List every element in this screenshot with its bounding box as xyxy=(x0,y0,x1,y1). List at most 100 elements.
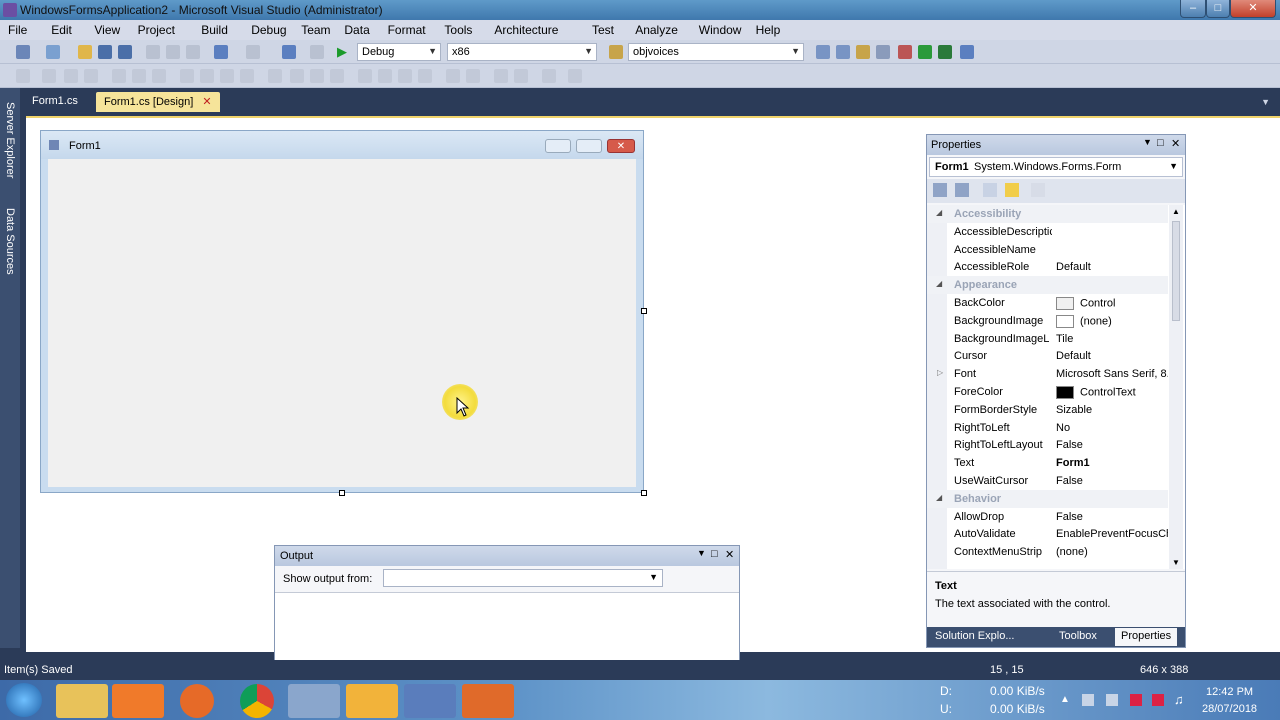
data-sources-tab[interactable]: Data Sources xyxy=(4,208,16,275)
object-browser-icon[interactable] xyxy=(856,45,870,59)
menu-team[interactable]: Team xyxy=(301,23,330,37)
property-row[interactable]: AutoValidate EnablePreventFocusCh xyxy=(927,525,1168,543)
find-in-files-icon[interactable] xyxy=(609,45,623,59)
vlc-taskbar-icon[interactable] xyxy=(346,684,398,718)
category-appearance[interactable]: ◢ Appearance xyxy=(927,276,1168,295)
property-row[interactable]: UseWaitCursor False xyxy=(927,472,1168,490)
network-tray-icon[interactable] xyxy=(1082,694,1094,706)
paste-icon[interactable] xyxy=(186,45,200,59)
panel-float-icon[interactable]: □ xyxy=(711,548,718,560)
categorized-icon[interactable] xyxy=(933,183,947,197)
chrome-taskbar-icon[interactable] xyxy=(240,684,274,718)
maximize-button[interactable]: □ xyxy=(1206,0,1230,18)
lock-controls-icon[interactable] xyxy=(568,69,582,83)
property-row[interactable]: AccessibleName xyxy=(927,241,1168,259)
alphabetical-icon[interactable] xyxy=(955,183,969,197)
server-explorer-tab[interactable]: Server Explorer xyxy=(4,102,16,178)
start-button[interactable] xyxy=(6,683,42,717)
object-selector[interactable]: Form1 System.Windows.Forms.Form ▼ xyxy=(929,157,1183,177)
resize-handle-right[interactable] xyxy=(641,308,647,314)
menu-test[interactable]: Test xyxy=(592,23,614,37)
tab-order-icon[interactable] xyxy=(542,69,556,83)
menu-project[interactable]: Project xyxy=(138,23,175,37)
expand-icon[interactable]: ▷ xyxy=(937,368,943,377)
visual-studio-taskbar-icon[interactable] xyxy=(288,684,340,718)
panel-close-icon[interactable]: ✕ xyxy=(725,548,734,561)
minimize-button[interactable]: – xyxy=(1180,0,1206,18)
layout-icon[interactable] xyxy=(960,45,974,59)
align-rights-icon[interactable] xyxy=(84,69,98,83)
size-to-grid-icon[interactable] xyxy=(240,69,254,83)
output-source-select[interactable]: ▼ xyxy=(383,569,663,587)
app-taskbar-icon[interactable] xyxy=(404,684,456,718)
remove-horizontal-spacing-icon[interactable] xyxy=(330,69,344,83)
tab-form1-cs[interactable]: Form1.cs xyxy=(24,92,86,112)
property-row[interactable]: BackColor Control xyxy=(927,294,1168,312)
open-file-icon[interactable] xyxy=(78,45,92,59)
property-row[interactable]: RightToLeftLayout False xyxy=(927,436,1168,454)
increase-horizontal-spacing-icon[interactable] xyxy=(290,69,304,83)
menu-help[interactable]: Help xyxy=(756,23,781,37)
menu-data[interactable]: Data xyxy=(344,23,369,37)
collapse-icon[interactable]: ◢ xyxy=(936,493,942,502)
firefox-taskbar-icon[interactable] xyxy=(180,684,214,718)
property-row[interactable]: AccessibleRole Default xyxy=(927,258,1168,276)
solution-platform-select[interactable]: x86 ▼ xyxy=(447,43,597,61)
center-horizontally-icon[interactable] xyxy=(446,69,460,83)
toolbox-icon[interactable] xyxy=(876,45,890,59)
align-centers-icon[interactable] xyxy=(64,69,78,83)
tab-form1-design[interactable]: Form1.cs [Design] ✕ xyxy=(96,92,220,112)
align-to-grid-icon[interactable] xyxy=(16,69,30,83)
menu-file[interactable]: File xyxy=(8,23,27,37)
decrease-horizontal-spacing-icon[interactable] xyxy=(310,69,324,83)
collapse-icon[interactable]: ◢ xyxy=(936,208,942,217)
property-row[interactable]: RightToLeft No xyxy=(927,419,1168,437)
vertical-spacing-icon[interactable] xyxy=(358,69,372,83)
clock-date[interactable]: 28/07/2018 xyxy=(1202,703,1257,715)
solution-configuration-select[interactable]: Debug ▼ xyxy=(357,43,441,61)
horizontal-spacing-icon[interactable] xyxy=(268,69,282,83)
find-combo[interactable]: objvoices ▼ xyxy=(628,43,804,61)
resize-handle-corner[interactable] xyxy=(641,490,647,496)
property-row[interactable]: ForeColor ControlText xyxy=(927,383,1168,401)
explorer-taskbar-icon[interactable] xyxy=(56,684,108,718)
bluetooth-tray-icon[interactable] xyxy=(1106,694,1118,706)
center-vertically-icon[interactable] xyxy=(466,69,480,83)
align-bottoms-icon[interactable] xyxy=(152,69,166,83)
save-all-icon[interactable] xyxy=(118,45,132,59)
send-to-back-icon[interactable] xyxy=(514,69,528,83)
tab-properties[interactable]: Properties xyxy=(1115,628,1178,646)
new-project-icon[interactable] xyxy=(16,45,30,59)
property-row[interactable]: AccessibleDescriptic xyxy=(927,223,1168,241)
start-debugging-icon[interactable]: ▶ xyxy=(337,45,351,59)
menu-window[interactable]: Window xyxy=(699,23,742,37)
property-row[interactable]: Text Form1 xyxy=(927,454,1168,472)
menu-build[interactable]: Build xyxy=(201,23,228,37)
tab-dropdown-icon[interactable]: ▼ xyxy=(1261,97,1270,107)
navigate-forward-icon[interactable] xyxy=(310,45,324,59)
tray-app-icon[interactable] xyxy=(1152,694,1164,706)
close-button[interactable]: ✕ xyxy=(1230,0,1276,18)
decrease-vertical-spacing-icon[interactable] xyxy=(398,69,412,83)
bring-to-front-icon[interactable] xyxy=(494,69,508,83)
clock-time[interactable]: 12:42 PM xyxy=(1206,686,1253,698)
start-page-icon[interactable] xyxy=(938,45,952,59)
panel-dropdown-icon[interactable]: ▼ xyxy=(1143,137,1152,147)
property-row[interactable]: ContextMenuStrip (none) xyxy=(927,543,1168,561)
add-item-icon[interactable] xyxy=(46,45,60,59)
events-icon[interactable] xyxy=(1005,183,1019,197)
close-tab-icon[interactable]: ✕ xyxy=(202,96,211,108)
increase-vertical-spacing-icon[interactable] xyxy=(378,69,392,83)
save-icon[interactable] xyxy=(98,45,112,59)
category-behavior[interactable]: ◢ Behavior xyxy=(927,489,1168,508)
menu-edit[interactable]: Edit xyxy=(51,23,72,37)
properties-icon[interactable] xyxy=(983,183,997,197)
undo-icon[interactable] xyxy=(214,45,228,59)
properties-window-icon[interactable] xyxy=(836,45,850,59)
property-row[interactable]: BackgroundImage (none) xyxy=(927,312,1168,330)
tab-solution-explorer[interactable]: Solution Explo... xyxy=(935,630,1015,642)
menu-tools[interactable]: Tools xyxy=(444,23,472,37)
make-same-size-icon[interactable] xyxy=(220,69,234,83)
property-row[interactable]: AllowDrop False xyxy=(927,508,1168,526)
redo-icon[interactable] xyxy=(246,45,260,59)
